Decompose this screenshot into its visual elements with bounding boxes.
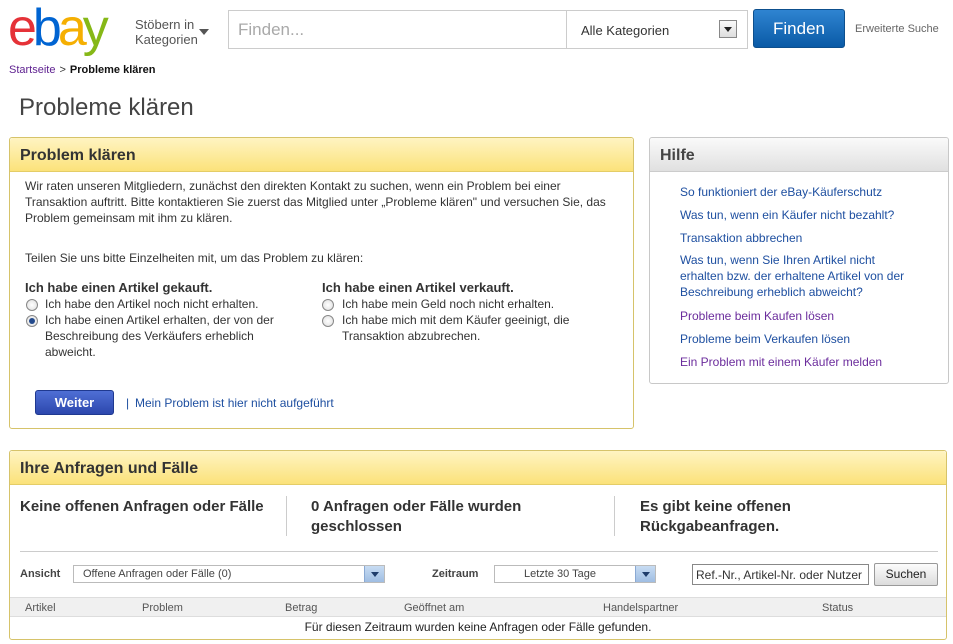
logo-letter-e: e — [8, 0, 37, 57]
ebay-logo[interactable]: ebay — [8, 0, 109, 57]
search-bar: Alle Kategorien — [228, 10, 748, 49]
radio-not-received[interactable] — [26, 299, 38, 311]
stat-returns: Es gibt keine offenen Rückgabeanfragen. — [640, 498, 791, 535]
view-label: Ansicht — [20, 568, 61, 580]
link-separator: | — [126, 396, 130, 410]
view-select-value: Offene Anfragen oder Fälle (0) — [83, 568, 232, 580]
cases-panel: Ihre Anfragen und Fälle Keine offenen An… — [9, 450, 947, 640]
continue-button[interactable]: Weiter — [35, 390, 114, 415]
logo-letter-y: y — [82, 0, 109, 57]
logo-letter-b: b — [32, 0, 62, 57]
breadcrumb-current: Probleme klären — [69, 64, 156, 76]
help-link-selling-problems[interactable]: Probleme beim Verkaufen lösen — [680, 331, 940, 347]
divider — [566, 11, 567, 48]
help-panel: Hilfe So funktioniert der eBay-Käufersch… — [649, 137, 949, 384]
search-input[interactable] — [229, 11, 566, 48]
help-link-buyer-protection[interactable]: So funktioniert der eBay-Käuferschutz — [680, 184, 940, 200]
breadcrumb: Startseite > Probleme klären — [9, 64, 156, 76]
chevron-down-icon[interactable] — [199, 29, 209, 35]
option-no-payment-label[interactable]: Ich habe mein Geld noch nicht erhalten. — [342, 296, 612, 312]
option-not-as-described-label[interactable]: Ich habe einen Artikel erhalten, der von… — [45, 312, 307, 360]
page-title: Probleme klären — [19, 94, 194, 121]
column-header-opened[interactable]: Geöffnet am — [404, 602, 464, 614]
find-button[interactable]: Finden — [753, 9, 845, 48]
help-link-item-not-received[interactable]: Was tun, wenn Sie Ihren Artikel nicht er… — [680, 252, 920, 300]
bought-heading: Ich habe einen Artikel gekauft. — [25, 280, 213, 295]
divider — [286, 496, 287, 536]
radio-not-as-described[interactable] — [26, 315, 38, 327]
dropdown-arrow-icon[interactable] — [719, 20, 737, 38]
reference-search-input[interactable] — [692, 564, 869, 585]
browse-categories-button[interactable]: Stöbern in Kategorien — [135, 17, 198, 47]
search-button[interactable]: Suchen — [874, 563, 938, 586]
help-link-buying-problems[interactable]: Probleme beim Kaufen lösen — [680, 308, 940, 324]
problem-panel-title: Problem klären — [10, 138, 633, 172]
breadcrumb-home-link[interactable]: Startseite — [9, 64, 55, 76]
intro-text: Wir raten unseren Mitgliedern, zunächst … — [25, 179, 606, 225]
problem-not-listed-link[interactable]: Mein Problem ist hier nicht aufgeführt — [135, 396, 334, 410]
breadcrumb-separator: > — [59, 64, 66, 76]
column-header-item[interactable]: Artikel — [25, 602, 56, 614]
column-header-amount[interactable]: Betrag — [285, 602, 317, 614]
detail-prompt: Teilen Sie uns bitte Einzelheiten mit, u… — [25, 251, 364, 265]
divider — [614, 496, 615, 536]
radio-no-payment[interactable] — [322, 299, 334, 311]
period-label: Zeitraum — [432, 568, 479, 580]
advanced-search-link[interactable]: Erweiterte Suche — [855, 23, 939, 35]
help-link-cancel-transaction[interactable]: Transaktion abbrechen — [680, 230, 940, 246]
column-header-problem[interactable]: Problem — [142, 602, 183, 614]
stat-open-cases: Keine offenen Anfragen oder Fälle — [20, 498, 264, 515]
period-select[interactable]: Letzte 30 Tage — [494, 565, 656, 583]
dropdown-arrow-icon[interactable] — [635, 566, 655, 582]
sold-heading: Ich habe einen Artikel verkauft. — [322, 280, 514, 295]
browse-label-line1: Stöbern in — [135, 17, 195, 32]
help-link-buyer-not-paid[interactable]: Was tun, wenn ein Käufer nicht bezahlt? — [680, 207, 940, 223]
stat-closed-cases: 0 Anfragen oder Fälle wurden geschlossen — [311, 498, 522, 535]
table-header: Artikel Problem Betrag Geöffnet am Hande… — [10, 597, 946, 617]
column-header-status[interactable]: Status — [822, 602, 853, 614]
help-panel-title: Hilfe — [650, 138, 948, 172]
option-cancel-agreed-label[interactable]: Ich habe mich mit dem Käufer geeinigt, d… — [342, 312, 607, 344]
logo-letter-a: a — [57, 0, 87, 57]
help-link-report-buyer[interactable]: Ein Problem mit einem Käufer melden — [680, 354, 940, 370]
dropdown-arrow-icon[interactable] — [364, 566, 384, 582]
empty-table-message: Für diesen Zeitraum wurden keine Anfrage… — [304, 620, 652, 634]
problem-panel: Problem klären Wir raten unseren Mitglie… — [9, 137, 634, 429]
view-select[interactable]: Offene Anfragen oder Fälle (0) — [73, 565, 385, 583]
category-select[interactable]: Alle Kategorien — [581, 23, 669, 38]
browse-label-line2: Kategorien — [135, 32, 198, 47]
radio-cancel-agreed[interactable] — [322, 315, 334, 327]
option-not-received-label[interactable]: Ich habe den Artikel noch nicht erhalten… — [45, 296, 305, 312]
column-header-partner[interactable]: Handelspartner — [603, 602, 678, 614]
period-select-value: Letzte 30 Tage — [524, 568, 596, 580]
cases-panel-title: Ihre Anfragen und Fälle — [10, 451, 946, 485]
divider — [20, 551, 938, 552]
